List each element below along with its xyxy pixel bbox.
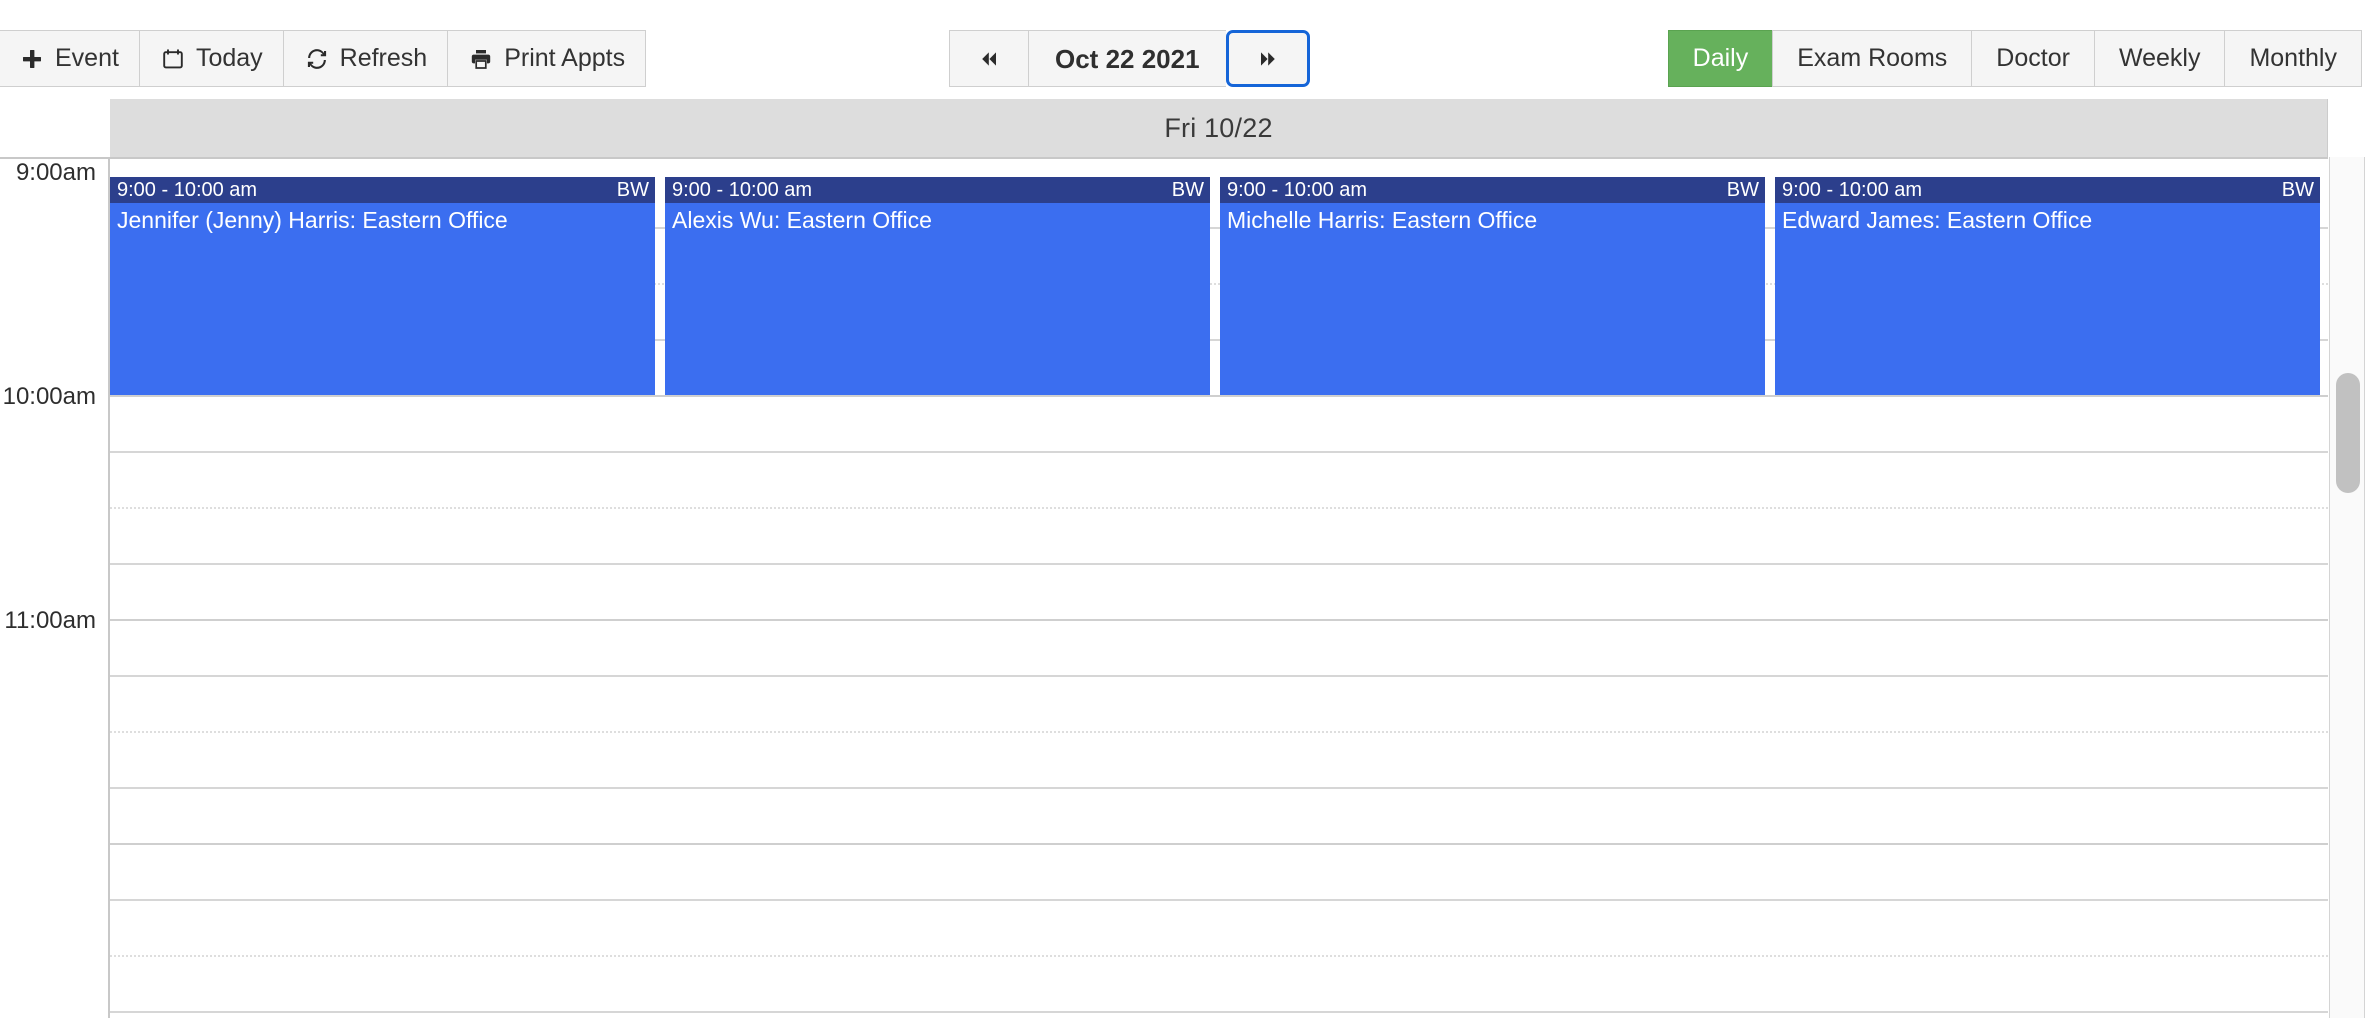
appointment-header: 9:00 - 10:00 am BW — [110, 177, 655, 203]
today-label: Today — [195, 44, 263, 72]
date-navigation-group: Oct 22 2021 — [949, 30, 1310, 87]
time-slot[interactable] — [110, 845, 2328, 901]
time-slot[interactable] — [110, 677, 2328, 733]
print-appts-button[interactable]: Print Appts — [447, 30, 647, 87]
refresh-button[interactable]: Refresh — [282, 30, 448, 87]
time-axis: 9:00am 10:00am 11:00am — [0, 159, 110, 1018]
time-slot[interactable] — [110, 1013, 2328, 1018]
view-mode-group: Daily Exam Rooms Doctor Weekly Monthly — [1667, 30, 2362, 87]
time-slot[interactable] — [110, 397, 2328, 453]
next-day-button[interactable] — [1225, 30, 1310, 87]
appointment-header: 9:00 - 10:00 am BW — [1220, 177, 1765, 203]
view-tab-daily-label: Daily — [1692, 44, 1749, 72]
appointment-provider-initials: BW — [2281, 179, 2314, 201]
time-slot[interactable] — [110, 509, 2328, 565]
add-event-button[interactable]: Event — [0, 30, 139, 87]
appointment-header: 9:00 - 10:00 am BW — [1775, 177, 2320, 203]
view-tab-exam-rooms-label: Exam Rooms — [1797, 44, 1948, 72]
appointment-block[interactable]: 9:00 - 10:00 am BW Alexis Wu: Eastern Offi… — [665, 177, 1210, 395]
time-axis-label: 11:00am — [4, 607, 96, 634]
appointment-title: Michelle Harris: Eastern Office — [1227, 207, 1538, 233]
calendar-grid: 9:00am 10:00am 11:00am 9:00 - 10:00 am BW Je… — [0, 157, 2328, 1018]
day-column-header: Fri 10/22 — [110, 99, 2328, 157]
time-slot[interactable] — [110, 565, 2328, 621]
view-tab-monthly-label: Monthly — [2249, 44, 2337, 72]
vertical-scrollbar[interactable] — [2329, 157, 2365, 1018]
appointment-block[interactable]: 9:00 - 10:00 am BW Edward James: Eastern O… — [1775, 177, 2320, 395]
time-axis-label: 9:00am — [15, 159, 96, 186]
double-chevron-left-icon — [976, 46, 1002, 72]
time-slot[interactable] — [110, 621, 2328, 677]
print-appts-label: Print Appts — [504, 44, 626, 72]
printer-icon — [468, 46, 494, 72]
double-chevron-right-icon — [1255, 46, 1281, 72]
appointment-provider-initials: BW — [1726, 179, 1759, 201]
day-column-header-label: Fri 10/22 — [1164, 112, 1273, 143]
appointment-header: 9:00 - 10:00 am BW — [665, 177, 1210, 203]
appointment-provider-initials: BW — [616, 179, 649, 201]
toolbar: Event Today Refresh Print Appts Oct 22 2… — [0, 0, 2370, 90]
view-tab-monthly[interactable]: Monthly — [2224, 30, 2362, 87]
time-slot[interactable] — [110, 453, 2328, 509]
appointment-title: Jennifer (Jenny) Harris: Eastern Office — [117, 207, 508, 233]
appointment-time: 9:00 - 10:00 am — [1782, 179, 1923, 201]
time-axis-label: 10:00am — [2, 383, 96, 410]
view-tab-weekly[interactable]: Weekly — [2093, 30, 2225, 87]
time-slot[interactable] — [110, 789, 2328, 845]
time-slot[interactable] — [110, 957, 2328, 1013]
view-tab-daily[interactable]: Daily — [1667, 30, 1773, 87]
plus-icon — [19, 46, 45, 72]
time-slot[interactable] — [110, 733, 2328, 789]
appointment-block[interactable]: 9:00 - 10:00 am BW Jennifer (Jenny) Harris… — [110, 177, 655, 395]
appointment-title: Alexis Wu: Eastern Office — [672, 207, 932, 233]
appointment-time: 9:00 - 10:00 am — [1227, 179, 1368, 201]
current-date-label[interactable]: Oct 22 2021 — [1028, 30, 1226, 87]
appointment-provider-initials: BW — [1171, 179, 1204, 201]
appointment-title: Edward James: Eastern Office — [1782, 207, 2093, 233]
appointment-time: 9:00 - 10:00 am — [117, 179, 258, 201]
calendar-view: Fri 10/22 9:00am 10:00am 11:00am 9:00 - 10… — [0, 90, 2370, 1018]
appointment-time: 9:00 - 10:00 am — [672, 179, 813, 201]
appointment-block[interactable]: 9:00 - 10:00 am BW Michelle Harris: Easter… — [1220, 177, 1765, 395]
today-button[interactable]: Today — [138, 30, 283, 87]
calendar-icon — [160, 46, 186, 72]
view-tab-doctor-label: Doctor — [1996, 44, 2070, 72]
time-slot[interactable] — [110, 901, 2328, 957]
view-tab-exam-rooms[interactable]: Exam Rooms — [1772, 30, 1972, 87]
view-tab-weekly-label: Weekly — [2118, 44, 2201, 72]
refresh-label: Refresh — [339, 44, 428, 72]
view-tab-doctor[interactable]: Doctor — [1971, 30, 2094, 87]
previous-day-button[interactable] — [949, 30, 1028, 87]
viewport-right-edge — [2365, 90, 2370, 1018]
scrollbar-thumb[interactable] — [2336, 373, 2360, 493]
refresh-icon — [304, 46, 330, 72]
add-event-label: Event — [55, 44, 119, 72]
toolbar-action-group: Event Today Refresh Print Appts — [0, 30, 647, 87]
